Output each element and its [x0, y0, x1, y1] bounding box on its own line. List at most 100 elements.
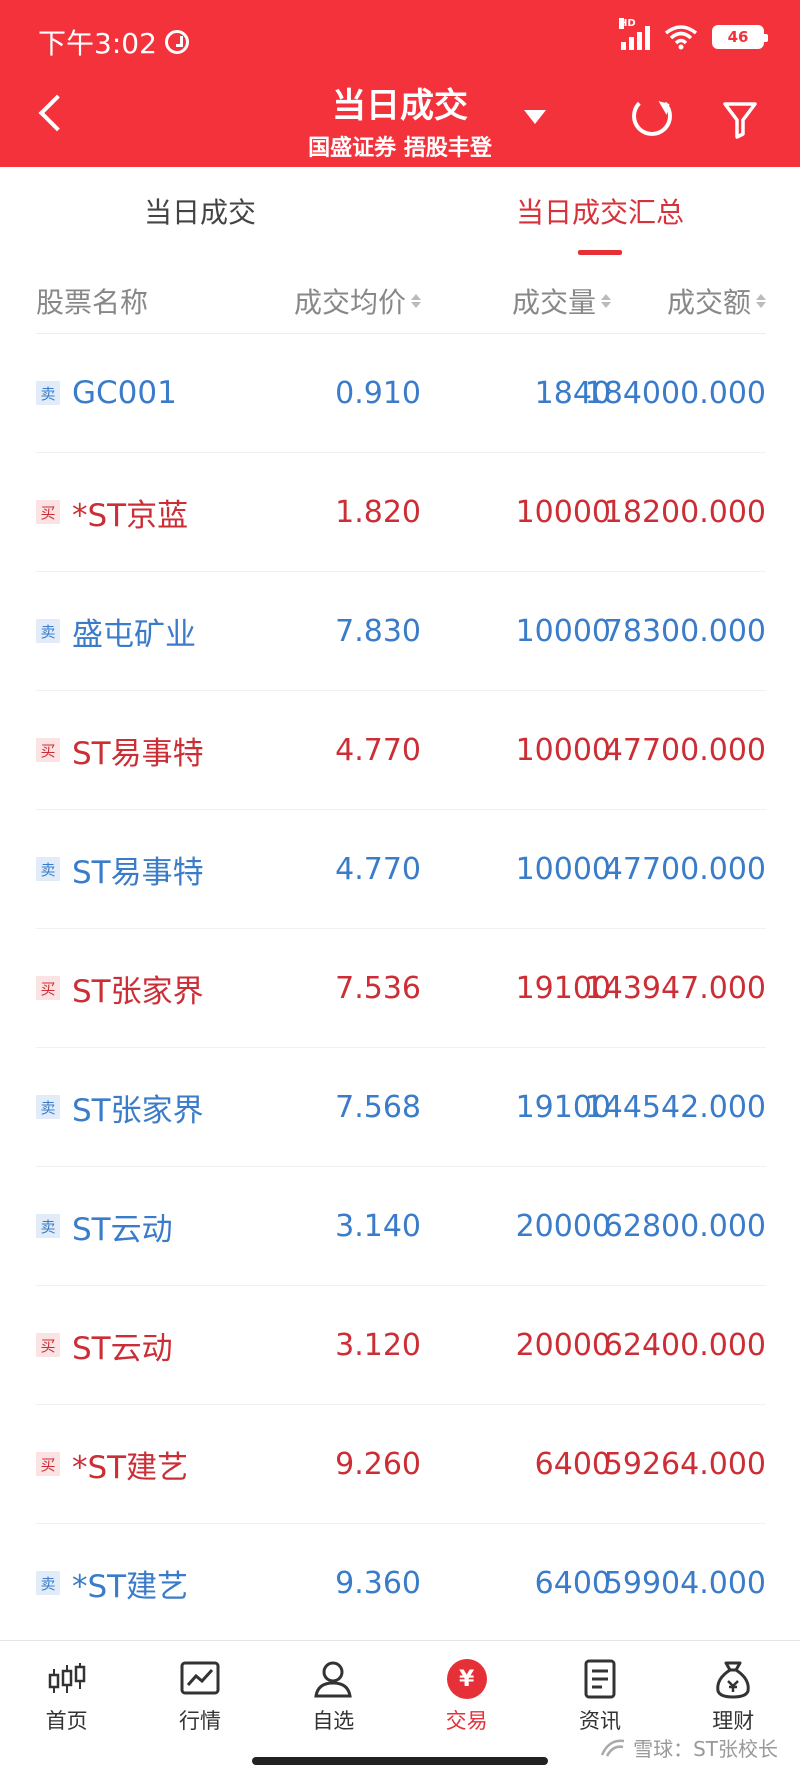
volume: 10000	[515, 613, 611, 649]
column-label: 成交量	[511, 285, 596, 319]
alarm-icon	[164, 30, 189, 54]
column-volume[interactable]: 成交量	[421, 281, 611, 321]
sort-icon	[411, 293, 421, 308]
refresh-icon[interactable]	[632, 96, 672, 136]
status-time: 下午3:02	[38, 22, 189, 62]
user-icon	[314, 1661, 353, 1698]
side-badge: 买	[36, 976, 60, 1000]
side-badge: 买	[36, 500, 60, 524]
nav-label: 交易	[445, 1709, 488, 1733]
amount: 78300.000	[603, 613, 766, 649]
side-badge: 买	[36, 1452, 60, 1476]
avg-price: 7.536	[335, 970, 421, 1006]
column-amount[interactable]: 成交额	[611, 281, 766, 321]
amount: 62400.000	[603, 1327, 766, 1363]
volume: 10000	[515, 732, 611, 768]
volume: 6400	[534, 1446, 611, 1482]
top-bar: 下午3:02 HD 46 当日成交 国盛证券 捂股丰登	[0, 0, 800, 167]
amount: 59264.000	[603, 1446, 766, 1482]
nav-label: 行情	[178, 1709, 221, 1733]
table-row[interactable]: 卖盛屯矿业 7.830 10000 78300.000	[36, 572, 766, 691]
amount: 184000.000	[584, 375, 766, 411]
amount: 143947.000	[584, 970, 766, 1006]
avg-price: 3.120	[335, 1327, 421, 1363]
tab-today-trades[interactable]: 当日成交	[0, 167, 400, 255]
document-icon	[584, 1659, 616, 1699]
stock-name: *ST建艺	[72, 1568, 189, 1605]
hd-label: HD	[619, 18, 636, 29]
table-row[interactable]: 买 *ST建艺 9.260 6400 59264.000	[36, 1405, 766, 1524]
stock-name: *ST京蓝	[72, 497, 189, 534]
account-subtitle[interactable]: 国盛证券 捂股丰登	[0, 130, 800, 162]
side-badge: 卖	[36, 619, 60, 643]
sort-icon	[756, 293, 766, 308]
table-row[interactable]: 卖 GC001 0.910 1840 184000.000	[36, 334, 766, 453]
stock-name: GC001	[72, 375, 177, 411]
column-label: 成交额	[666, 285, 751, 319]
nav-market[interactable]: 行情	[133, 1641, 266, 1778]
amount: 59904.000	[603, 1565, 766, 1601]
signal-icon: HD	[619, 18, 650, 50]
page-title: 当日成交	[332, 86, 468, 126]
caret-down-icon[interactable]	[524, 110, 546, 124]
stock-name: ST易事特	[72, 735, 204, 772]
table-row[interactable]: 卖 *ST建艺 9.360 6400 59904.000	[36, 1524, 766, 1643]
table-row[interactable]: 卖 ST易事特 4.770 10000 47700.000	[36, 810, 766, 929]
volume: 20000	[515, 1327, 611, 1363]
nav-label: 自选	[312, 1709, 355, 1733]
chart-icon	[180, 1661, 220, 1695]
volume: 10000	[515, 851, 611, 887]
table-row[interactable]: 买 ST云动 3.120 20000 62400.000	[36, 1286, 766, 1405]
stock-name: ST易事特	[72, 854, 204, 891]
table-row[interactable]: 买 ST张家界 7.536 19100 143947.000	[36, 929, 766, 1048]
volume: 20000	[515, 1208, 611, 1244]
table-row[interactable]: 卖 ST张家界 7.568 19100 144542.000	[36, 1048, 766, 1167]
avg-price: 3.140	[335, 1208, 421, 1244]
battery-icon: 46	[712, 25, 768, 49]
wifi-icon	[664, 25, 698, 50]
table-row[interactable]: 卖 ST云动 3.140 20000 62800.000	[36, 1167, 766, 1286]
column-avg-price[interactable]: 成交均价	[236, 281, 421, 321]
avg-price: 1.820	[335, 494, 421, 530]
money-bag-icon	[716, 1661, 751, 1699]
avg-price: 7.830	[335, 613, 421, 649]
status-time-text: 下午3:02	[38, 27, 157, 60]
table-header: 股票名称 成交均价 成交量 成交额	[36, 268, 766, 334]
stock-name: ST云动	[72, 1330, 173, 1367]
amount: 144542.000	[584, 1089, 766, 1125]
watermark-text: 雪球：ST张校长	[633, 1737, 778, 1761]
stock-name: ST张家界	[72, 1092, 204, 1129]
volume: 1840	[534, 375, 611, 411]
stock-name: 盛屯矿业	[72, 616, 196, 653]
column-stock-name: 股票名称	[36, 281, 236, 321]
volume: 10000	[515, 494, 611, 530]
sort-icon	[601, 293, 611, 308]
avg-price: 0.910	[335, 375, 421, 411]
filter-icon[interactable]	[722, 100, 758, 140]
tab-today-trades-summary[interactable]: 当日成交汇总	[400, 167, 800, 255]
column-label: 股票名称	[36, 285, 149, 319]
table-row[interactable]: 买 ST易事特 4.770 10000 47700.000	[36, 691, 766, 810]
home-indicator[interactable]	[252, 1757, 548, 1765]
volume: 6400	[534, 1565, 611, 1601]
side-badge: 卖	[36, 381, 60, 405]
amount: 47700.000	[603, 851, 766, 887]
amount: 18200.000	[603, 494, 766, 530]
side-badge: 买	[36, 1333, 60, 1357]
nav-label: 资讯	[578, 1709, 621, 1733]
table-row[interactable]: 买 *ST京蓝 1.820 10000 18200.000	[36, 453, 766, 572]
stock-name: ST张家界	[72, 973, 204, 1010]
watermark: 雪球：ST张校长	[599, 1733, 778, 1762]
amount: 62800.000	[603, 1208, 766, 1244]
side-badge: 卖	[36, 1214, 60, 1238]
stock-name: ST云动	[72, 1211, 173, 1248]
battery-level: 46	[727, 28, 749, 46]
nav-home[interactable]: 首页	[0, 1641, 133, 1778]
yen-glyph: ¥	[446, 1659, 487, 1699]
column-label: 成交均价	[293, 285, 406, 319]
avg-price: 7.568	[335, 1089, 421, 1125]
side-badge: 卖	[36, 857, 60, 881]
status-icons: HD 46	[619, 18, 768, 50]
side-badge: 卖	[36, 1571, 60, 1595]
volume: 19100	[515, 1089, 611, 1125]
